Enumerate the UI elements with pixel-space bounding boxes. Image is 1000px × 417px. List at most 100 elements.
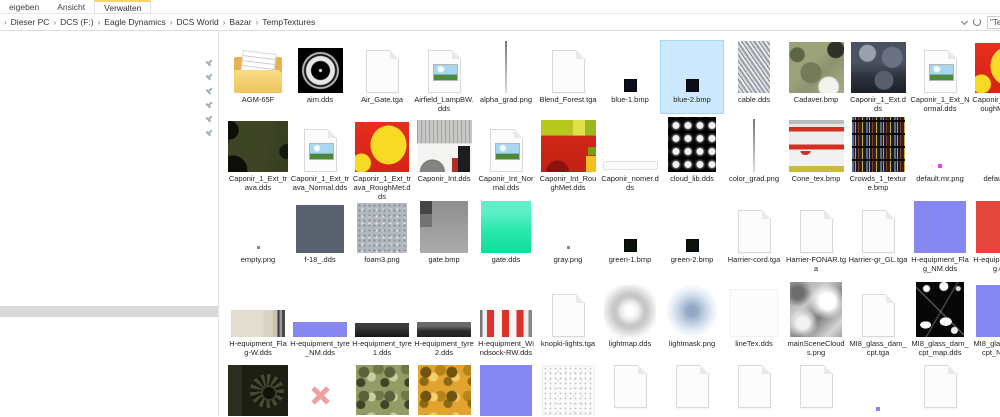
file-item[interactable]: Caponir_1_Ext_RoughMet.dds	[971, 41, 1000, 113]
folder-thumbnail-icon	[234, 57, 282, 93]
file-item[interactable]: default.png	[971, 113, 1000, 201]
file-item[interactable]: cloud_lib.dds	[661, 113, 723, 201]
doc-thumbnail-icon	[551, 50, 585, 93]
file-item[interactable]: Air_Gate.tga	[351, 41, 413, 113]
breadcrumb-item[interactable]: Dieser PC	[9, 17, 52, 27]
file-item[interactable]: Caponir_nomer.dds	[599, 113, 661, 201]
breadcrumb-item[interactable]: Eagle Dynamics	[102, 17, 167, 27]
pin-icon	[203, 57, 214, 68]
file-item[interactable]: Caponir_1_Ext_trava_Normal.dds	[289, 113, 351, 201]
file-item[interactable]: Cadaver.bmp	[785, 41, 847, 113]
file-item[interactable]: blue-2.bmp	[660, 40, 724, 114]
address-bar-controls	[960, 15, 1000, 29]
file-item[interactable]: foam3.png	[351, 199, 413, 273]
pin-icon	[203, 85, 214, 96]
breadcrumb-item[interactable]: TempTextures	[260, 17, 317, 27]
file-item[interactable]: Harrier-cord.tga	[723, 199, 785, 273]
ribbon-tab-eigeben[interactable]: eigeben	[0, 0, 48, 13]
file-item[interactable]: blue-1.bmp	[599, 41, 661, 113]
file-item[interactable]: Blend_Forest.tga	[537, 41, 599, 113]
file-item[interactable]: gate.dds	[475, 199, 537, 273]
doc-thumbnail-icon	[861, 210, 895, 253]
file-item[interactable]: MI8_glass_dam_cpt_map.dds	[909, 281, 971, 357]
file-item[interactable]: mainSceneClouds.png	[785, 281, 847, 357]
cap-int-thumbnail-icon	[416, 120, 472, 172]
file-item[interactable]: Harrier-FONAR.tga	[785, 199, 847, 273]
file-item[interactable]	[475, 363, 537, 416]
breadcrumb-leading-chevron: ›	[4, 17, 7, 27]
file-item[interactable]	[289, 363, 351, 416]
breadcrumb-item[interactable]: DCS (F:)	[58, 17, 96, 27]
file-item[interactable]: gate.bmp	[413, 199, 475, 273]
file-name-label: Caponir_1_Ext.dds	[850, 95, 906, 113]
file-item[interactable]: H-equipment_Flag.dds	[971, 199, 1000, 273]
file-item[interactable]	[599, 363, 661, 416]
cap-roughmet-thumbnail-icon	[355, 122, 409, 172]
file-item[interactable]: lightmap.dds	[599, 281, 661, 357]
file-item[interactable]: Caponir_Int.dds	[413, 113, 475, 201]
file-item[interactable]: lightmask.png	[661, 281, 723, 357]
file-item[interactable]: Caponir_1_Ext_Normal.dds	[909, 41, 971, 113]
file-name-label: empty.png	[240, 255, 276, 264]
nav-selected-item[interactable]	[0, 306, 218, 317]
search-input[interactable]	[987, 15, 1000, 29]
file-item[interactable]: AGM-65F	[227, 41, 289, 113]
file-item[interactable]: color_grad.png	[723, 113, 785, 201]
file-item[interactable]: alpha_grad.png	[475, 41, 537, 113]
doc-thumbnail-icon	[799, 210, 833, 253]
file-item[interactable]: H-equipment_tyre1.dds	[351, 281, 413, 357]
chevron-down-icon[interactable]	[960, 17, 969, 25]
file-item[interactable]: Caponir_1_Ext.dds	[847, 41, 909, 113]
file-item[interactable]	[351, 363, 413, 416]
thumbnail-area	[785, 41, 847, 93]
file-item[interactable]	[847, 363, 909, 416]
file-item[interactable]	[723, 363, 785, 416]
breadcrumb-item[interactable]: DCS World	[174, 17, 220, 27]
file-item[interactable]: green-1.bmp	[599, 199, 661, 273]
thumbnail-area	[537, 363, 599, 416]
file-item[interactable]	[413, 363, 475, 416]
file-item[interactable]: MI8_glass_dam_cpt_NM.dds	[971, 281, 1000, 357]
file-row	[227, 363, 971, 416]
file-item[interactable]: knopki-lights.tga	[537, 281, 599, 357]
file-item[interactable]: lineTex.dds	[723, 281, 785, 357]
file-grid[interactable]: AGM-65F aim.dds Air_Gate.tga Airfield_LampB…	[220, 31, 1000, 416]
thumbnail-area	[351, 199, 413, 253]
file-name-label: H-equipment_tyre2.dds	[414, 339, 474, 357]
file-item[interactable]: default.mr.png	[909, 113, 971, 201]
navigation-pane[interactable]	[0, 31, 219, 416]
file-item[interactable]	[537, 363, 599, 416]
thumbnail-area	[785, 281, 847, 337]
file-item[interactable]: Crowds_1_texture.bmp	[847, 113, 909, 201]
file-item[interactable]: Airfield_LampBW.dds	[413, 41, 475, 113]
file-item[interactable]: Harrier-gr_GL.tga	[847, 199, 909, 273]
file-item[interactable]: Caponir_Int_Normal.dds	[475, 113, 537, 201]
file-item[interactable]: H-equipment_Windsock-RW.dds	[475, 281, 537, 357]
file-item[interactable]: gray.png	[537, 199, 599, 273]
file-item[interactable]	[909, 363, 971, 416]
dot-magenta-thumbnail-icon	[938, 164, 942, 168]
file-item[interactable]	[661, 363, 723, 416]
file-item[interactable]: H-equipment_Flag_NM.dds	[909, 199, 971, 273]
file-item[interactable]: H-equipment_tyre_NM.dds	[289, 281, 351, 357]
file-item[interactable]: MI8_glass_dam_cpt.tga	[847, 281, 909, 357]
file-item[interactable]: Caponir_1_Ext_trava_RoughMet.dds	[351, 113, 413, 201]
file-item[interactable]	[785, 363, 847, 416]
file-item[interactable]: aim.dds	[289, 41, 351, 113]
ribbon-tab-verwalten[interactable]: Verwalten	[94, 0, 152, 14]
address-bar[interactable]: › Dieser PC › DCS (F:) › Eagle Dynamics › DCS …	[0, 14, 1000, 31]
file-item[interactable]: Cone_tex.bmp	[785, 113, 847, 201]
file-item[interactable]: Caponir_Int_RoughMet.dds	[537, 113, 599, 201]
file-item[interactable]: Caponir_1_Ext_trava.dds	[227, 113, 289, 201]
file-item[interactable]: f-18_.dds	[289, 199, 351, 273]
file-item[interactable]: H-equipment_Flag-W.dds	[227, 281, 289, 357]
file-item[interactable]: empty.png	[227, 199, 289, 273]
file-item[interactable]: H-equipment_tyre2.dds	[413, 281, 475, 357]
file-item[interactable]: cable.dds	[723, 41, 785, 113]
refresh-icon[interactable]	[973, 18, 981, 26]
file-item[interactable]	[227, 363, 289, 416]
ribbon-tab-ansicht[interactable]: Ansicht	[48, 0, 94, 13]
breadcrumb-item[interactable]: Bazar	[227, 17, 253, 27]
file-item[interactable]: green-2.bmp	[661, 199, 723, 273]
thumbnail-area	[351, 281, 413, 337]
